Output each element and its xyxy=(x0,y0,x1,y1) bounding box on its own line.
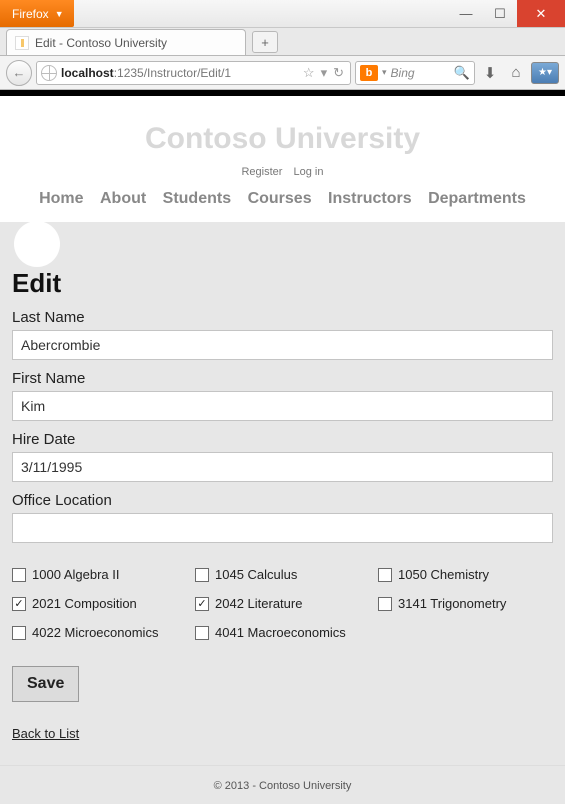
checkbox-icon xyxy=(378,568,392,582)
input-first-name[interactable] xyxy=(12,391,553,421)
window-controls: — ☐ ✕ xyxy=(449,0,565,27)
register-link[interactable]: Register xyxy=(241,166,282,178)
course-checkbox-item[interactable]: 1050 Chemistry xyxy=(378,567,553,582)
label-office-location: Office Location xyxy=(12,492,553,509)
course-checkbox-item[interactable]: 4022 Microeconomics xyxy=(12,625,187,640)
search-go-icon[interactable]: 🔍 xyxy=(454,65,470,81)
bookmark-star-icon[interactable]: ☆ xyxy=(303,65,315,81)
window-titlebar: Firefox ▼ — ☐ ✕ xyxy=(0,0,565,28)
main-panel: Edit Last Name First Name Hire Date Offi… xyxy=(0,222,565,804)
firefox-menu-button[interactable]: Firefox ▼ xyxy=(0,0,74,27)
nav-home[interactable]: Home xyxy=(39,190,83,207)
save-button[interactable]: Save xyxy=(12,666,79,702)
site-footer: © 2013 - Contoso University xyxy=(0,765,565,804)
close-button[interactable]: ✕ xyxy=(517,0,565,27)
caret-down-icon: ▼ xyxy=(55,9,64,19)
site-header: Contoso University Register Log in Home … xyxy=(0,96,565,214)
page-favicon-icon xyxy=(15,36,29,50)
label-last-name: Last Name xyxy=(12,309,553,326)
titlebar-spacer xyxy=(74,0,449,27)
plus-icon: + xyxy=(261,35,269,50)
back-button[interactable]: ← xyxy=(6,60,32,86)
checkbox-icon xyxy=(12,626,26,640)
form-content: Edit Last Name First Name Hire Date Offi… xyxy=(12,222,553,741)
account-links: Register Log in xyxy=(0,166,565,178)
arrow-left-icon: ← xyxy=(13,65,26,80)
course-label: 3141 Trigonometry xyxy=(398,596,506,611)
main-nav: Home About Students Courses Instructors … xyxy=(0,190,565,208)
search-bar[interactable]: b ▾ Bing 🔍 xyxy=(355,61,475,85)
home-icon: ⌂ xyxy=(511,64,520,81)
course-label: 1045 Calculus xyxy=(215,567,297,582)
browser-tab[interactable]: Edit - Contoso University xyxy=(6,29,246,55)
bookmarks-star-icon: ★▾ xyxy=(538,67,552,78)
nav-instructors[interactable]: Instructors xyxy=(328,190,412,207)
checkbox-icon xyxy=(195,626,209,640)
course-label: 2042 Literature xyxy=(215,596,302,611)
minimize-icon: — xyxy=(460,6,473,21)
input-hire-date[interactable] xyxy=(12,452,553,482)
address-bar[interactable]: localhost:1235/Instructor/Edit/1 ☆ ▾ ↻ xyxy=(36,61,351,85)
header-circle-decoration xyxy=(14,222,60,267)
search-placeholder: Bing xyxy=(391,66,450,80)
bookmarks-menu-button[interactable]: ★▾ xyxy=(531,62,559,84)
course-label: 1050 Chemistry xyxy=(398,567,489,582)
input-office-location[interactable] xyxy=(12,513,553,543)
checkbox-icon xyxy=(12,568,26,582)
nav-departments[interactable]: Departments xyxy=(428,190,526,207)
course-checkbox-item[interactable]: 1000 Algebra II xyxy=(12,567,187,582)
url-host: localhost xyxy=(61,66,114,80)
url-text: localhost:1235/Instructor/Edit/1 xyxy=(61,66,299,80)
maximize-button[interactable]: ☐ xyxy=(483,0,517,27)
tab-title: Edit - Contoso University xyxy=(35,36,167,50)
downloads-button[interactable]: ⬇ xyxy=(479,64,501,82)
home-button[interactable]: ⌂ xyxy=(505,64,527,81)
label-first-name: First Name xyxy=(12,370,553,387)
back-to-list-link[interactable]: Back to List xyxy=(12,726,79,741)
tab-strip: Edit - Contoso University + xyxy=(0,28,565,56)
search-engine-icon[interactable]: b xyxy=(360,65,378,81)
nav-courses[interactable]: Courses xyxy=(248,190,312,207)
courses-checkbox-grid: 1000 Algebra II 1045 Calculus 1050 Chemist… xyxy=(12,567,553,640)
nav-students[interactable]: Students xyxy=(163,190,231,207)
urlbar-actions: ☆ ▾ ↻ xyxy=(303,65,346,81)
course-label: 4022 Microeconomics xyxy=(32,625,158,640)
checkbox-icon xyxy=(195,568,209,582)
login-link[interactable]: Log in xyxy=(294,166,324,178)
course-checkbox-item[interactable]: 4041 Macroeconomics xyxy=(195,625,370,640)
course-label: 2021 Composition xyxy=(32,596,137,611)
url-path: :1235/Instructor/Edit/1 xyxy=(114,66,231,80)
close-icon: ✕ xyxy=(536,6,547,22)
checkbox-icon: ✓ xyxy=(12,597,26,611)
input-last-name[interactable] xyxy=(12,330,553,360)
globe-icon xyxy=(41,65,57,81)
page-content: Contoso University Register Log in Home … xyxy=(0,96,565,804)
history-dropdown-icon[interactable]: ▾ xyxy=(321,65,328,81)
nav-about[interactable]: About xyxy=(100,190,146,207)
checkbox-icon: ✓ xyxy=(195,597,209,611)
course-checkbox-item[interactable]: ✓ 2021 Composition xyxy=(12,596,187,611)
site-title: Contoso University xyxy=(0,122,565,156)
download-icon: ⬇ xyxy=(484,65,497,82)
reload-icon[interactable]: ↻ xyxy=(333,65,344,81)
new-tab-button[interactable]: + xyxy=(252,31,278,53)
navigation-toolbar: ← localhost:1235/Instructor/Edit/1 ☆ ▾ ↻… xyxy=(0,56,565,90)
firefox-menu-label: Firefox xyxy=(12,7,49,21)
minimize-button[interactable]: — xyxy=(449,0,483,27)
course-checkbox-item[interactable]: 1045 Calculus xyxy=(195,567,370,582)
checkbox-icon xyxy=(378,597,392,611)
page-heading: Edit xyxy=(12,268,553,299)
course-label: 1000 Algebra II xyxy=(32,567,119,582)
search-engine-dropdown-icon[interactable]: ▾ xyxy=(382,67,387,78)
maximize-icon: ☐ xyxy=(494,6,506,22)
course-checkbox-item[interactable]: 3141 Trigonometry xyxy=(378,596,553,611)
course-label: 4041 Macroeconomics xyxy=(215,625,346,640)
course-checkbox-item[interactable]: ✓ 2042 Literature xyxy=(195,596,370,611)
label-hire-date: Hire Date xyxy=(12,431,553,448)
